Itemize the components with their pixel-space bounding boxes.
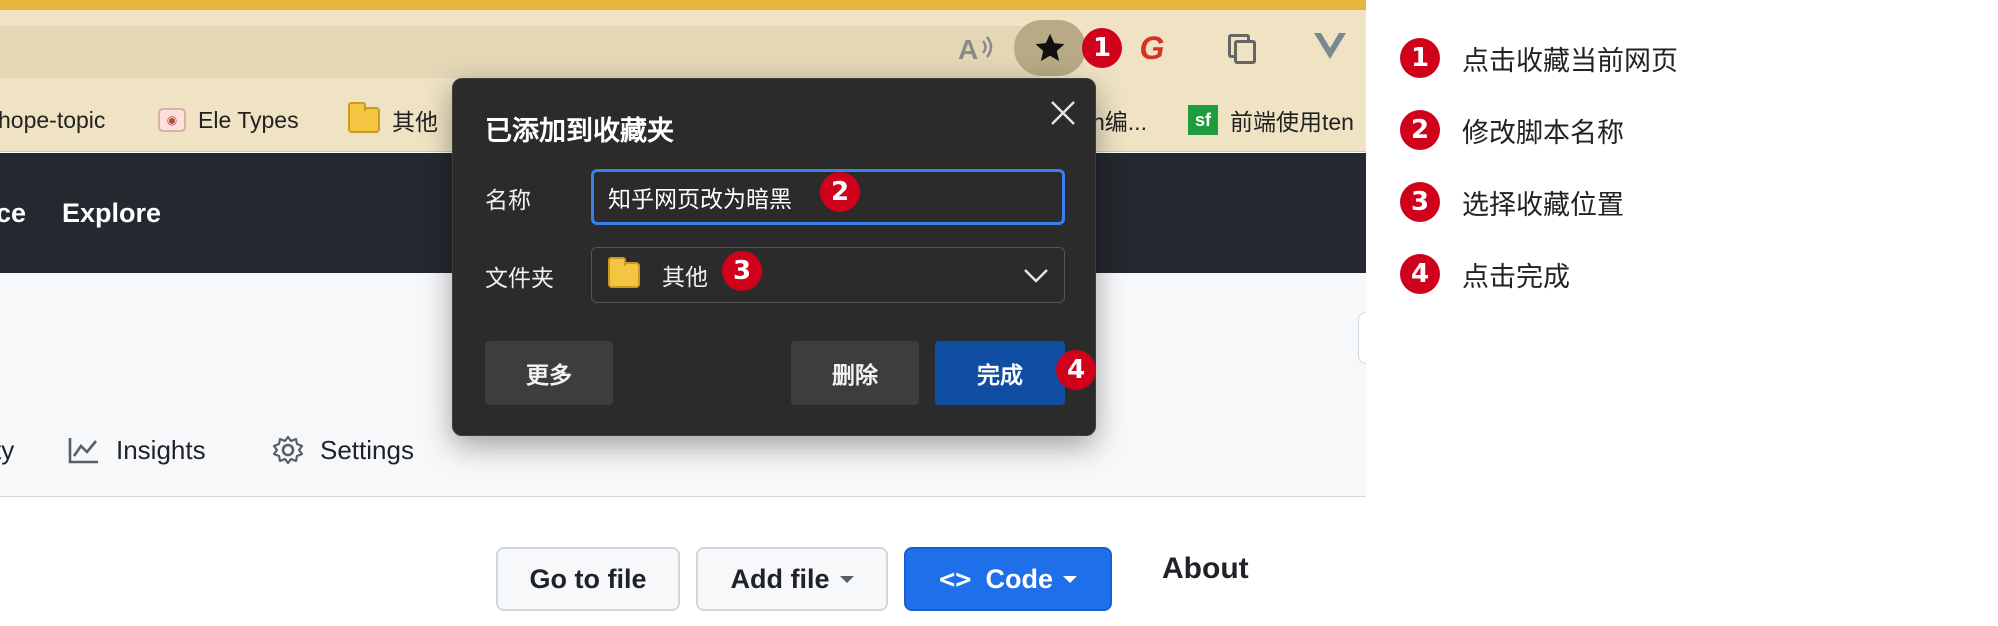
folder-label: 文件夹 [485,265,554,291]
step-number: 1 [1400,38,1440,78]
graph-icon [68,436,100,464]
nav-link-explore[interactable]: Explore [62,153,161,273]
button-label: Add file [730,563,830,594]
caret-down-icon [1063,575,1077,583]
folder-icon [348,102,380,133]
window-top-strip [0,0,1366,10]
code-brackets-icon: <> [938,563,972,595]
bookmark-label: hope-topic [0,106,106,133]
chevron-down-icon [1022,264,1050,286]
step-badge-2: 2 [820,172,860,212]
about-heading: About [1162,552,1249,585]
tab-activity[interactable]: ty [0,425,14,475]
folder-icon [608,257,640,288]
step-badge-4: 4 [1056,350,1096,390]
bookmark-label: n编... [1092,109,1147,135]
more-button[interactable]: 更多 [485,341,613,405]
done-button[interactable]: 完成 [935,341,1065,405]
step-text: 选择收藏位置 [1462,189,1624,221]
button-label: Code [985,563,1054,594]
step-number: 2 [1400,110,1440,150]
step-number: 4 [1400,254,1440,294]
add-favorite-star-icon[interactable] [1014,20,1086,76]
button-label: Go to file [529,563,647,594]
instruction-step: 4 点击完成 [1400,252,1960,296]
bookmark-folder[interactable]: 其他 [348,88,438,152]
add-file-button[interactable]: Add file [696,547,888,611]
bookmark-label: 前端使用ten [1230,109,1354,135]
bookmark-item[interactable]: sf 前端使用ten [1188,88,1354,152]
tv-icon: ◉ [158,108,186,132]
step-text: 点击收藏当前网页 [1462,45,1678,77]
instruction-step: 2 修改脚本名称 [1400,108,1960,152]
step-text: 修改脚本名称 [1462,117,1624,149]
read-aloud-icon[interactable]: A [956,28,996,68]
bookmark-label: 其他 [392,109,438,135]
svg-text:A: A [958,34,978,65]
step-text: 点击完成 [1462,261,1570,293]
collections-icon[interactable] [1222,28,1262,68]
bookmark-item[interactable]: hope-topic [0,88,105,152]
instruction-step: 3 选择收藏位置 [1400,180,1960,224]
folder-select[interactable]: 其他 [591,247,1065,303]
folder-select-value: 其他 [662,264,708,290]
bookmark-item[interactable]: n编... [1092,88,1147,152]
step-badge-1: 1 [1082,28,1122,68]
step-badge-3: 3 [722,251,762,291]
add-favorite-dialog: 已添加到收藏夹 名称 文件夹 其他 更多 删除 完成 [452,78,1096,436]
close-icon[interactable] [1043,93,1083,133]
name-label: 名称 [485,187,531,213]
sf-icon: sf [1188,105,1218,135]
repo-action-button[interactable] [1358,312,1366,364]
code-button[interactable]: <> Code [904,547,1112,611]
delete-button[interactable]: 删除 [791,341,919,405]
caret-down-icon [839,575,854,583]
vue-devtools-icon[interactable] [1310,26,1350,66]
instruction-step: 1 点击收藏当前网页 [1400,36,1960,80]
bookmark-item[interactable]: ◉ Ele Types [158,88,299,152]
grammar-extension-icon[interactable]: G [1132,28,1172,68]
gear-icon [272,434,304,466]
tab-settings[interactable]: Settings [272,425,414,475]
bookmark-label: Ele Types [198,106,299,133]
tab-label: Settings [320,434,414,465]
dialog-title: 已添加到收藏夹 [485,116,674,146]
address-bar[interactable] [0,26,1060,78]
nav-link-marketplace[interactable]: ce [0,153,26,273]
tab-insights[interactable]: Insights [68,425,206,475]
step-number: 3 [1400,182,1440,222]
browser-screenshot: A G hope-topic ◉ Ele Types 其他 n编... sf 前… [0,0,1366,626]
tab-label: Insights [116,434,206,465]
go-to-file-button[interactable]: Go to file [496,547,680,611]
tab-label: ty [0,434,15,465]
